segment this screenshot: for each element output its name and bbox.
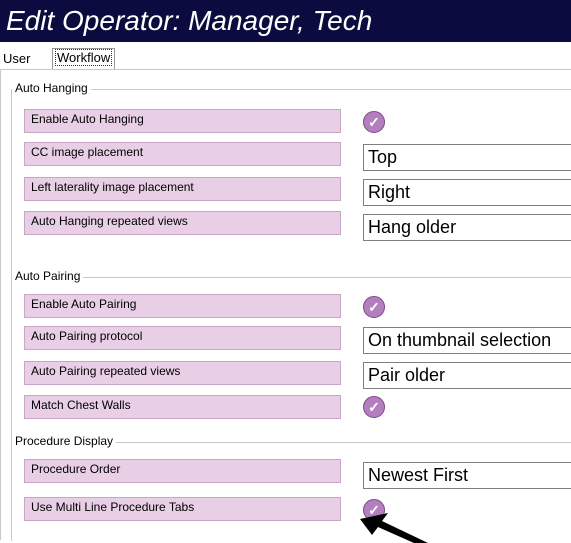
enable-auto-hanging-label: Enable Auto Hanging [24, 109, 341, 133]
auto-hanging-repeated-views-label: Auto Hanging repeated views [24, 211, 341, 235]
left-laterality-placement-select[interactable]: Right [363, 179, 571, 206]
procedure-order-label: Procedure Order [24, 459, 341, 483]
title-bar: Edit Operator: Manager, Tech [0, 0, 571, 42]
left-laterality-placement-label: Left laterality image placement [24, 177, 341, 201]
cc-image-placement-select[interactable]: Top [363, 144, 571, 171]
auto-pairing-protocol-label: Auto Pairing protocol [24, 326, 341, 350]
procedure-display-title: Procedure Display [12, 434, 117, 448]
auto-pairing-title: Auto Pairing [12, 269, 84, 283]
tab-workflow[interactable]: Workflow [52, 48, 116, 69]
window-title: Edit Operator: Manager, Tech [6, 5, 373, 36]
auto-hanging-title: Auto Hanging [12, 81, 91, 95]
auto-pairing-repeated-views-select[interactable]: Pair older [363, 362, 571, 389]
auto-pairing-protocol-select[interactable]: On thumbnail selection [363, 327, 571, 354]
use-multi-line-procedure-tabs-label: Use Multi Line Procedure Tabs [24, 497, 341, 521]
workflow-panel: Auto Hanging Enable Auto Hanging ✓ CC im… [0, 69, 571, 541]
checkmark-icon: ✓ [368, 399, 380, 415]
enable-auto-pairing-label: Enable Auto Pairing [24, 294, 341, 318]
procedure-order-select[interactable]: Newest First [363, 462, 571, 489]
procedure-display-group: Procedure Display Procedure Order Newest… [11, 434, 571, 541]
tab-workflow-label: Workflow [54, 49, 113, 66]
auto-pairing-repeated-views-label: Auto Pairing repeated views [24, 361, 341, 385]
tab-user[interactable]: User [3, 50, 30, 68]
match-chest-walls-checkbox[interactable]: ✓ [363, 396, 385, 418]
cc-image-placement-label: CC image placement [24, 142, 341, 166]
checkmark-icon: ✓ [368, 114, 380, 130]
enable-auto-hanging-checkbox[interactable]: ✓ [363, 111, 385, 133]
tab-strip: User Workflow [0, 48, 571, 70]
enable-auto-pairing-checkbox[interactable]: ✓ [363, 296, 385, 318]
match-chest-walls-label: Match Chest Walls [24, 395, 341, 419]
auto-hanging-repeated-views-select[interactable]: Hang older [363, 214, 571, 241]
checkmark-icon: ✓ [368, 299, 380, 315]
